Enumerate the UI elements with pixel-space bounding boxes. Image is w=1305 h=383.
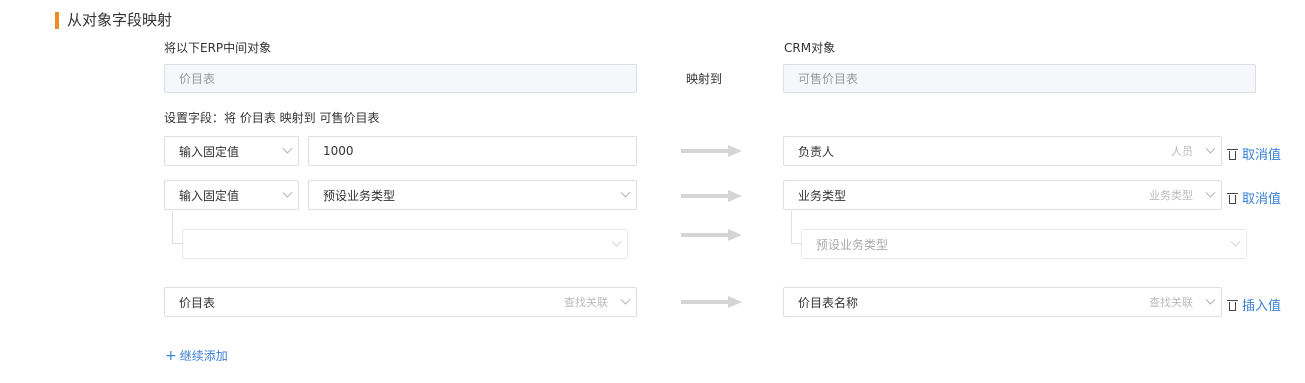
add-more-label: 继续添加 [179,349,228,363]
mapping-label: 映射到 [686,72,723,86]
trash-icon [1227,192,1238,204]
row1-target-type: 人员 [1171,145,1193,158]
row1-value: 1000 [323,144,354,158]
row1-mode-value: 输入固定值 [179,144,240,159]
row2-action-label: 取消值 [1242,192,1282,207]
target-object-label: CRM对象 [784,41,836,55]
source-object-field: 价目表 [164,64,637,93]
row1-target-field-select[interactable]: 负责人 人员 [783,136,1222,166]
mapping-arrow-icon [681,229,743,241]
field-mapping-caption: 设置字段：将 价目表 映射到 可售价目表 [164,111,380,125]
chevron-down-icon [1224,230,1246,258]
mapping-arrow-icon [681,145,743,157]
add-more-button[interactable]: + 继续添加 [165,347,228,364]
chevron-down-icon [614,181,636,209]
chevron-down-icon [1199,181,1221,209]
row3-insert-value-button[interactable]: 插入值 [1227,295,1281,314]
row2-value-select[interactable]: 预设业务类型 [308,180,637,210]
trash-icon [1227,299,1238,311]
target-object-value: 可售价目表 [798,72,859,86]
row1-target-field: 负责人 [798,144,835,159]
chevron-down-icon [605,230,627,258]
row2-mode-select[interactable]: 输入固定值 [164,180,299,210]
row2-mode-value: 输入固定值 [179,188,240,203]
section-accent-bar [55,12,59,29]
chevron-down-icon [276,181,298,209]
row3-target-field: 价目表名称 [798,295,859,310]
row3-value: 价目表 [179,295,216,310]
row2-target-field-select[interactable]: 业务类型 业务类型 [783,180,1222,210]
row2-cancel-value-button[interactable]: 取消值 [1227,188,1281,207]
source-object-value: 价目表 [179,72,216,86]
row1-mode-select[interactable]: 输入固定值 [164,136,299,166]
row2-value: 预设业务类型 [323,188,396,203]
row2-sub-target-value: 预设业务类型 [816,237,889,252]
mapping-arrow-icon [681,190,743,202]
trash-icon [1227,148,1238,160]
row2-target-field: 业务类型 [798,188,847,203]
row3-value-hint: 查找关联 [564,296,608,309]
plus-icon: + [165,347,177,364]
row3-source-field-select[interactable]: 价目表 查找关联 [164,287,637,317]
chevron-down-icon [276,137,298,165]
chevron-down-icon [1199,137,1221,165]
row1-value-input[interactable]: 1000 [308,136,637,166]
source-object-label: 将以下ERP中间对象 [164,41,272,55]
row3-target-field-select[interactable]: 价目表名称 查找关联 [783,287,1222,317]
mapping-arrow-icon [681,296,743,308]
row3-action-label: 插入值 [1242,299,1282,314]
chevron-down-icon [614,288,636,316]
section-title: 从对象字段映射 [67,11,173,29]
target-object-field: 可售价目表 [783,64,1256,93]
row3-target-type: 查找关联 [1149,296,1193,309]
row1-action-label: 取消值 [1242,148,1282,163]
chevron-down-icon [1199,288,1221,316]
row1-cancel-value-button[interactable]: 取消值 [1227,144,1281,163]
sub-row-connector [172,211,182,244]
sub-row-connector [791,211,801,244]
row2-target-type: 业务类型 [1149,189,1193,202]
row2-sub-source-select[interactable] [182,229,628,259]
row2-sub-target-select[interactable]: 预设业务类型 [801,229,1247,259]
